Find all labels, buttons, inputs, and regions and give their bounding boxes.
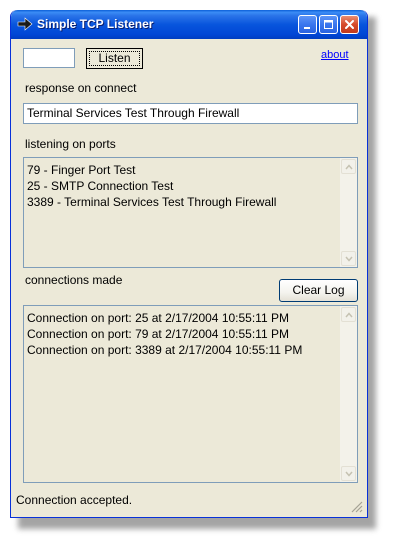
list-item[interactable]: Connection on port: 25 at 2/17/2004 10:5… (27, 310, 302, 326)
ports-scrollbar[interactable] (340, 158, 357, 267)
scroll-up-button[interactable] (341, 159, 356, 174)
clear-log-button[interactable]: Clear Log (279, 279, 358, 302)
connections-label: connections made (25, 273, 123, 287)
response-label: response on connect (25, 81, 137, 95)
status-text: Connection accepted. (16, 493, 133, 507)
port-input[interactable] (23, 48, 75, 68)
listen-button[interactable]: Listen (86, 48, 143, 69)
scroll-down-button[interactable] (341, 251, 356, 266)
connections-listbox[interactable]: Connection on port: 25 at 2/17/2004 10:5… (23, 305, 358, 483)
chevron-down-icon (345, 471, 353, 477)
chevron-down-icon (345, 256, 353, 262)
list-item[interactable]: 25 - SMTP Connection Test (27, 178, 276, 194)
about-link[interactable]: about (321, 49, 349, 61)
list-item[interactable]: Connection on port: 79 at 2/17/2004 10:5… (27, 326, 302, 342)
scroll-up-button[interactable] (341, 307, 356, 322)
listen-button-label: Listen (89, 51, 140, 66)
maximize-button[interactable] (319, 15, 338, 34)
ports-items: 79 - Finger Port Test 25 - SMTP Connecti… (27, 162, 276, 210)
minimize-button[interactable] (298, 15, 317, 34)
arrow-right-icon (17, 17, 33, 31)
close-button[interactable] (340, 15, 359, 34)
ports-label: listening on ports (25, 137, 116, 151)
minimize-icon (304, 27, 310, 29)
chevron-up-icon (345, 164, 353, 170)
app-window: Simple TCP Listener Listen about respons… (10, 10, 368, 518)
maximize-icon (324, 20, 333, 29)
client-area: Listen about response on connect Termina… (14, 39, 364, 514)
ports-listbox[interactable]: 79 - Finger Port Test 25 - SMTP Connecti… (23, 157, 358, 268)
list-item[interactable]: Connection on port: 3389 at 2/17/2004 10… (27, 342, 302, 358)
scroll-down-button[interactable] (341, 466, 356, 481)
list-item[interactable]: 79 - Finger Port Test (27, 162, 276, 178)
resize-grip-icon[interactable] (349, 499, 363, 513)
response-input[interactable]: Terminal Services Test Through Firewall (23, 103, 358, 124)
list-item[interactable]: 3389 - Terminal Services Test Through Fi… (27, 194, 276, 210)
window-title: Simple TCP Listener (37, 17, 154, 31)
chevron-up-icon (345, 312, 353, 318)
connections-scrollbar[interactable] (340, 306, 357, 482)
connections-items: Connection on port: 25 at 2/17/2004 10:5… (27, 310, 302, 358)
close-icon (345, 20, 354, 29)
title-bar[interactable]: Simple TCP Listener (11, 10, 367, 39)
